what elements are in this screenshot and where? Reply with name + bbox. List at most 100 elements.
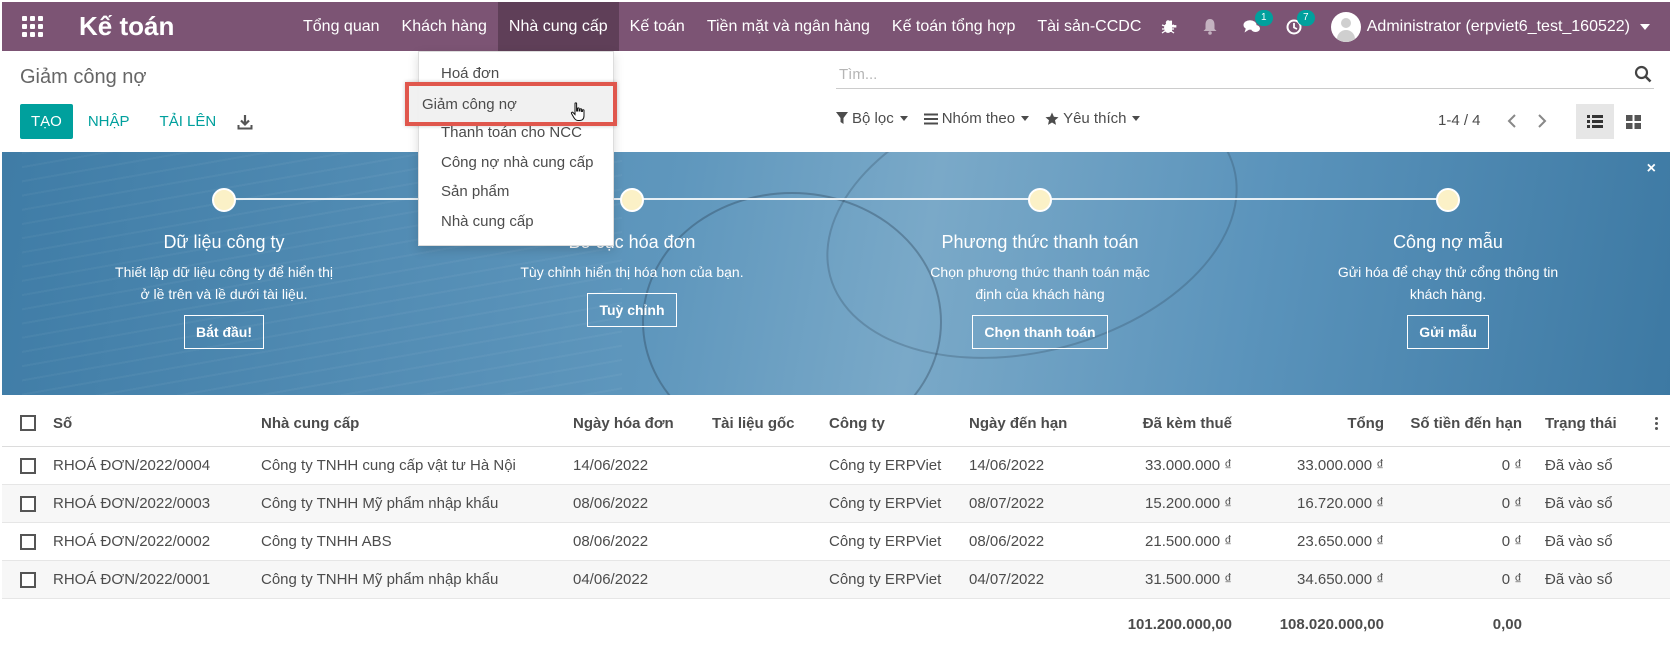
chevron-right-icon[interactable] (1527, 108, 1557, 134)
import-button[interactable]: NHẬP (73, 104, 145, 139)
pager-value[interactable]: 1-4 / 4 (1438, 112, 1481, 129)
total-amount-due: 0,00 (1492, 615, 1522, 633)
menu-item-general-accounting[interactable]: Kế toán tổng hợp (881, 2, 1026, 51)
pager-buttons (1497, 108, 1557, 134)
dropdown-item-vendors[interactable]: Nhà cung cấp (419, 207, 613, 237)
cell-company: Công ty ERPViet (829, 495, 942, 512)
cell-due-date: 04/07/2022 (969, 571, 1045, 588)
table-row[interactable]: RHOÁ ĐƠN/2022/0001 Công ty TNHH Mỹ phẩm … (2, 561, 1670, 599)
menu-item-customers[interactable]: Khách hàng (391, 2, 498, 51)
cell-total: 16.720.000 ₫ (1297, 495, 1384, 512)
download-icon[interactable] (235, 112, 255, 132)
table-row[interactable]: RHOÁ ĐƠN/2022/0003 Công ty TNHH Mỹ phẩm … (2, 485, 1670, 523)
cell-total: 34.650.000 ₫ (1297, 571, 1384, 588)
cell-status: Đã vào sổ (1545, 533, 1613, 550)
menu-item-accounting[interactable]: Kế toán (619, 2, 696, 51)
column-header-vendor[interactable]: Nhà cung cấp (261, 400, 359, 446)
cell-number: RHOÁ ĐƠN/2022/0004 (53, 457, 211, 474)
choose-payment-button[interactable]: Chọn thanh toán (972, 315, 1108, 349)
row-checkbox[interactable] (20, 447, 36, 484)
column-header-status[interactable]: Trạng thái (1545, 400, 1617, 446)
steps-connector-line (224, 198, 1448, 200)
step-title: Dữ liệu công ty (163, 232, 285, 252)
cell-tax-included: 21.500.000 ₫ (1145, 533, 1232, 550)
customize-button[interactable]: Tuỳ chỉnh (587, 293, 677, 327)
list-bars-icon (923, 113, 938, 124)
column-header-number[interactable]: Số (53, 400, 72, 446)
user-menu[interactable]: Administrator (erpviet6_test_160522) (1330, 11, 1650, 42)
app-brand[interactable]: Kế toán (62, 11, 292, 42)
column-options-icon[interactable] (1655, 400, 1658, 446)
search-icon[interactable] (1634, 65, 1652, 88)
column-header-amount-due[interactable]: Số tiền đến hạn (1410, 400, 1522, 446)
cell-invoice-date: 04/06/2022 (573, 571, 649, 588)
cell-number: RHOÁ ĐƠN/2022/0003 (53, 495, 211, 512)
upload-button[interactable]: TẢI LÊN (145, 104, 232, 139)
messages-icon[interactable]: 1 (1242, 9, 1273, 37)
cell-due-date: 08/07/2022 (969, 495, 1045, 512)
kanban-view-button[interactable] (1614, 104, 1652, 139)
kanban-view-icon (1625, 114, 1641, 129)
page-title: Giảm công nợ (20, 66, 147, 88)
star-icon (1045, 112, 1059, 125)
debug-bug-icon[interactable] (1158, 17, 1178, 37)
action-buttons: TẠO NHẬP TẢI LÊN (20, 104, 255, 139)
group-by-button[interactable]: Nhóm theo (923, 110, 1030, 127)
cell-invoice-date: 14/06/2022 (573, 457, 649, 474)
filter-button[interactable]: Bộ lọc (836, 110, 908, 127)
menu-item-overview[interactable]: Tổng quan (292, 2, 391, 51)
cell-status: Đã vào sổ (1545, 571, 1613, 588)
dropdown-item-products[interactable]: Sản phẩm (419, 177, 613, 207)
list-view-button[interactable] (1576, 104, 1614, 139)
menu-item-cash-bank[interactable]: Tiền mặt và ngân hàng (696, 2, 881, 51)
step-description: Gửi hóa để chạy thử cổng thông tin khách … (1337, 264, 1559, 302)
step-description: Chọn phương thức thanh toán mặc định của … (930, 264, 1150, 302)
hand-pointer-icon (570, 102, 588, 127)
cell-tax-included: 31.500.000 ₫ (1145, 571, 1232, 588)
cell-amount-due: 0 ₫ (1501, 571, 1522, 588)
table-row[interactable]: RHOÁ ĐƠN/2022/0004 Công ty TNHH cung cấp… (2, 447, 1670, 485)
column-header-company[interactable]: Công ty (829, 400, 885, 446)
onboarding-banner: × Dữ liệu công ty Thiết lập dữ liệu công… (2, 152, 1670, 395)
systray: 1 7 Administrator (erpviet6_test_160522) (1147, 2, 1670, 51)
row-checkbox[interactable] (20, 485, 36, 522)
row-checkbox[interactable] (20, 561, 36, 598)
menu-item-assets[interactable]: Tài sản-CCDC (1026, 2, 1152, 51)
apps-menu-button[interactable] (2, 2, 62, 51)
column-header-due-date[interactable]: Ngày đến hạn (969, 400, 1067, 446)
cell-tax-included: 33.000.000 ₫ (1145, 457, 1232, 474)
column-header-source[interactable]: Tài liệu gốc (712, 400, 795, 446)
cell-vendor: Công ty TNHH Mỹ phẩm nhập khẩu (261, 495, 499, 512)
chevron-down-icon (1021, 116, 1030, 121)
cell-invoice-date: 08/06/2022 (573, 533, 649, 550)
column-header-tax-included[interactable]: Đã kèm thuế (1143, 400, 1232, 446)
column-header-total[interactable]: Tổng (1347, 400, 1384, 446)
chevron-down-icon (899, 116, 908, 121)
create-button[interactable]: TẠO (20, 104, 73, 139)
dropdown-item-vendor-debts[interactable]: Công nợ nhà cung cấp (419, 148, 613, 178)
chevron-left-icon[interactable] (1497, 108, 1527, 134)
send-sample-button[interactable]: Gửi mẫu (1407, 315, 1489, 349)
cell-company: Công ty ERPViet (829, 571, 942, 588)
close-icon[interactable]: × (1647, 160, 1656, 178)
apps-grid-icon (21, 16, 43, 37)
total-total: 108.020.000,00 (1279, 615, 1384, 633)
search-input[interactable] (836, 61, 1626, 87)
start-button[interactable]: Bắt đầu! (184, 315, 264, 349)
filter-icon (836, 112, 848, 124)
chevron-down-icon (1640, 23, 1650, 30)
menu-item-vendors[interactable]: Nhà cung cấp (497, 2, 619, 51)
user-name: Administrator (erpviet6_test_160522) (1366, 17, 1630, 35)
column-header-invoice-date[interactable]: Ngày hóa đơn (573, 400, 674, 446)
step-company-data: Dữ liệu công ty Thiết lập dữ liệu công t… (94, 188, 354, 349)
step-payment-method: Phương thức thanh toán Chọn phương thức … (910, 188, 1170, 349)
list-view-icon (1587, 115, 1603, 128)
table-row[interactable]: RHOÁ ĐƠN/2022/0002 Công ty TNHH ABS 08/0… (2, 523, 1670, 561)
select-all-checkbox[interactable] (20, 400, 36, 446)
activities-clock-icon[interactable]: 7 (1284, 9, 1315, 37)
favorites-button[interactable]: Yêu thích (1045, 110, 1141, 127)
row-checkbox[interactable] (20, 523, 36, 560)
cell-status: Đã vào sổ (1545, 457, 1613, 474)
table-totals-row: 101.200.000,00 108.020.000,00 0,00 (2, 599, 1670, 649)
bell-icon[interactable] (1200, 17, 1220, 37)
